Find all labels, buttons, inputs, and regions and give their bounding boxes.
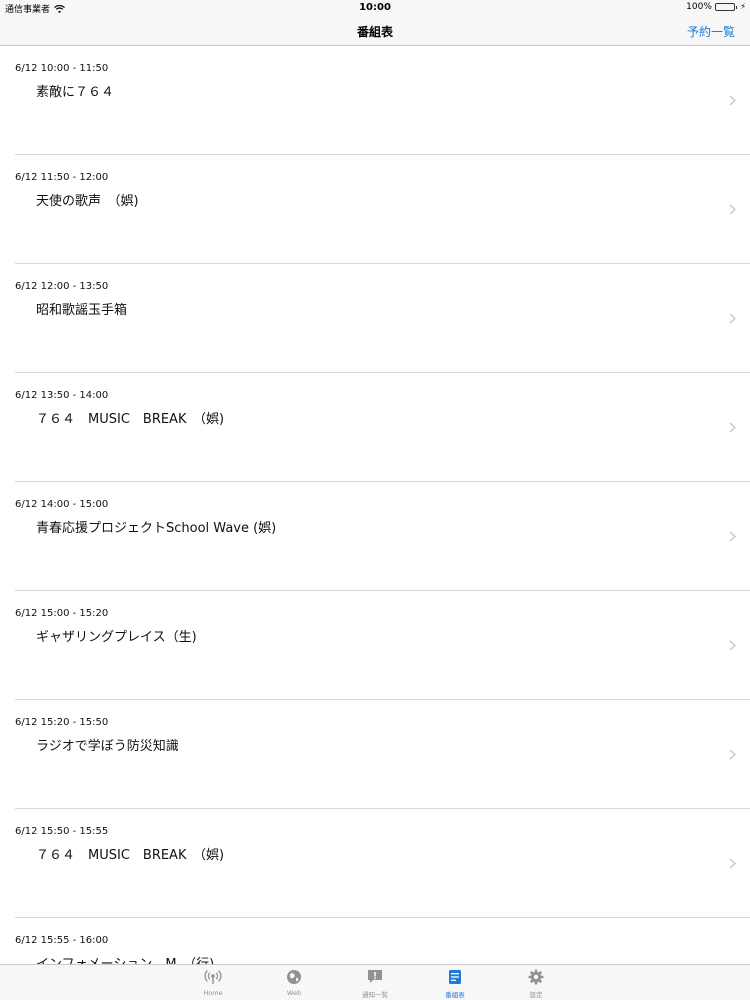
program-time: 6/12 15:20 - 15:50	[15, 717, 109, 728]
program-time: 6/12 10:00 - 11:50	[15, 63, 109, 74]
globe-icon	[264, 967, 324, 987]
tab-bar: Home Web 通知一覧 番組表 設定	[0, 964, 750, 1000]
program-time: 6/12 11:50 - 12:00	[15, 172, 109, 183]
tab-label: 通知一覧	[362, 991, 388, 999]
chevron-right-icon	[729, 313, 736, 324]
tab-3[interactable]: 通知一覧	[345, 967, 405, 999]
program-row[interactable]: 6/12 14:00 - 15:00 青春応援プロジェクトSchool Wave …	[0, 482, 750, 591]
page-title: 番組表	[356, 25, 393, 39]
program-time: 6/12 14:00 - 15:00	[15, 499, 109, 510]
program-row[interactable]: 6/12 11:50 - 12:00 天使の歌声 （娯)	[0, 155, 750, 264]
gear-icon	[506, 967, 566, 987]
program-time: 6/12 15:55 - 16:00	[15, 935, 109, 946]
program-title: 昭和歌謡玉手箱	[36, 303, 128, 318]
tab-label: Web	[286, 989, 302, 997]
program-title: ラジオで学ぼう防災知識	[36, 739, 179, 754]
radio-antenna-icon	[183, 967, 243, 987]
program-row[interactable]: 6/12 10:00 - 11:50 素敵に７６４	[0, 46, 750, 155]
program-title: 素敵に７６４	[36, 85, 115, 100]
status-time: 10:00	[359, 2, 391, 13]
program-time: 6/12 15:50 - 15:55	[15, 826, 109, 837]
program-row[interactable]: 6/12 12:00 - 13:50 昭和歌謡玉手箱	[0, 264, 750, 373]
program-title: 青春応援プロジェクトSchool Wave (娯)	[36, 521, 277, 536]
chevron-right-icon	[729, 95, 736, 106]
chevron-right-icon	[729, 531, 736, 542]
tab-1[interactable]: Home	[183, 967, 243, 999]
chevron-right-icon	[729, 422, 736, 433]
program-row[interactable]: 6/12 15:20 - 15:50 ラジオで学ぼう防災知識	[0, 700, 750, 809]
tab-2[interactable]: Web	[264, 967, 324, 999]
program-time: 6/12 12:00 - 13:50	[15, 281, 109, 292]
program-row[interactable]: 6/12 15:00 - 15:20 ギャザリングプレイス（生)	[0, 591, 750, 700]
navigation-bar: 番組表 予約一覧	[0, 16, 750, 46]
battery-icon	[714, 3, 738, 11]
program-title: 天使の歌声 （娯)	[36, 194, 139, 209]
program-title: ７６４ MUSIC BREAK （娯)	[36, 848, 225, 863]
charging-icon: ⚡	[740, 2, 746, 11]
chevron-right-icon	[729, 858, 736, 869]
program-row[interactable]: 6/12 15:50 - 15:55 ７６４ MUSIC BREAK （娯)	[0, 809, 750, 918]
status-right: 100% ⚡	[686, 2, 746, 12]
tab-label: 設定	[529, 991, 543, 999]
program-title: ギャザリングプレイス（生)	[36, 630, 197, 645]
chevron-right-icon	[729, 204, 736, 215]
tab-4[interactable]: 番組表	[425, 967, 485, 999]
program-title: インフォメーション M （行)	[36, 953, 214, 964]
notification-icon	[345, 967, 405, 987]
tab-label: 番組表	[445, 991, 465, 999]
chevron-right-icon	[729, 749, 736, 760]
status-bar: 通信事業者 10:00 100% ⚡	[0, 0, 750, 16]
reservation-list-button[interactable]: 予約一覧	[687, 23, 735, 40]
chevron-right-icon	[729, 640, 736, 651]
program-time: 6/12 15:00 - 15:20	[15, 608, 109, 619]
program-row[interactable]: 6/12 15:55 - 16:00 インフォメーション M （行)	[0, 918, 750, 964]
program-row[interactable]: 6/12 13:50 - 14:00 ７６４ MUSIC BREAK （娯)	[0, 373, 750, 482]
program-guide-icon	[425, 967, 485, 987]
program-list[interactable]: 6/12 10:00 - 11:50 素敵に７６４ 6/12 11:50 - 12:…	[0, 46, 750, 964]
program-time: 6/12 13:50 - 14:00	[15, 390, 109, 401]
tab-label: Home	[203, 989, 223, 997]
program-title: ７６４ MUSIC BREAK （娯)	[36, 412, 225, 427]
battery-percent: 100%	[686, 2, 712, 12]
tab-5[interactable]: 設定	[506, 967, 566, 999]
